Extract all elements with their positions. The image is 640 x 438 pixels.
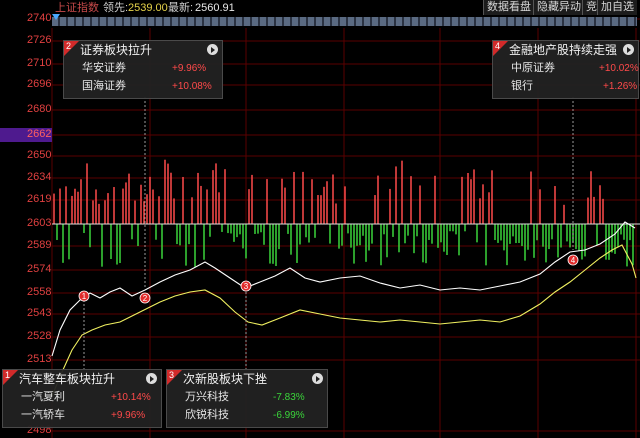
event-card-auto[interactable]: 1 汽车整车板块拉升 一汽夏利 +10.14% 一汽轿车 +9.96% (2, 369, 162, 428)
data-view-button[interactable]: 数据看盘 (483, 0, 534, 15)
stock-change: +10.02% (599, 63, 639, 74)
chevron-right-icon[interactable] (146, 373, 157, 384)
price-tick-label: 2696 (27, 78, 52, 90)
hide-anomaly-button[interactable]: 隐藏异动 (533, 0, 584, 15)
add-watchlist-button[interactable]: 加自选 (597, 0, 637, 15)
event-markers: 1 2 3 4 (78, 254, 579, 304)
card-title: 汽车整车板块拉升 (19, 372, 116, 386)
price-tick-label: 2634 (27, 171, 52, 183)
card-title: 次新股板块下挫 (183, 372, 268, 386)
chevron-right-icon[interactable] (623, 44, 634, 55)
price-tick-label: 2589 (27, 239, 52, 251)
card-number: 3 (169, 370, 175, 380)
lead-label: 领先: (103, 2, 129, 14)
stock-name[interactable]: 万兴科技 (185, 391, 229, 404)
price-tick-label: 2619 (27, 193, 52, 205)
lead-value: 2539.00 (128, 2, 168, 14)
event-card-new-stocks[interactable]: 3 次新股板块下挫 万兴科技 -7.83% 欣锐科技 -6.99% (166, 369, 328, 428)
card-number: 1 (5, 370, 11, 380)
stock-change: +10.08% (172, 81, 212, 92)
event-marker-icon[interactable]: 4 (567, 254, 579, 266)
stock-name[interactable]: 银行 (511, 80, 533, 93)
price-tick-label: 2680 (27, 103, 52, 115)
stock-name[interactable]: 中原证券 (511, 62, 555, 75)
price-tick-label: 2662 (27, 128, 52, 140)
card-number: 2 (66, 41, 72, 51)
last-value: 2560.91 (195, 2, 235, 14)
event-dashes (83, 97, 574, 369)
stock-name[interactable]: 华安证券 (82, 62, 126, 75)
stock-change: +9.96% (172, 63, 207, 74)
stock-change: +1.26% (603, 81, 638, 92)
event-card-securities[interactable]: 2 证券板块拉升 华安证券 +9.96% 国海证券 +10.08% (63, 40, 223, 99)
timeline-scrollbar[interactable] (52, 17, 637, 26)
stock-change: +10.14% (111, 392, 151, 403)
event-marker-label: 4 (571, 256, 576, 265)
stock-name[interactable]: 国海证券 (82, 80, 126, 93)
price-tick-label: 2528 (27, 330, 52, 342)
price-tick-label: 2603 (27, 217, 52, 229)
timeline-cursor-icon[interactable] (52, 14, 60, 20)
stock-name[interactable]: 一汽夏利 (21, 391, 65, 404)
price-tick-label: 2543 (27, 307, 52, 319)
card-number: 4 (495, 41, 501, 51)
event-marker-icon[interactable]: 2 (139, 292, 151, 304)
price-tick-label: 2740 (27, 12, 52, 24)
chevron-right-icon[interactable] (207, 44, 218, 55)
stock-change: +9.96% (111, 410, 146, 421)
event-marker-icon[interactable]: 1 (78, 290, 90, 302)
stock-name[interactable]: 一汽轿车 (21, 409, 65, 422)
price-tick-label: 2710 (27, 57, 52, 69)
price-tick-label: 2558 (27, 286, 52, 298)
card-title: 证券板块拉升 (80, 43, 153, 57)
chevron-right-icon[interactable] (312, 373, 323, 384)
price-tick-label: 2574 (27, 263, 52, 275)
top-toolbar: 上证指数 领先: 2539.00 最新: 2560.91 数据看盘 隐藏异动 竞… (0, 0, 640, 16)
stock-change: -6.99% (273, 410, 305, 421)
price-tick-label: 2726 (27, 34, 52, 46)
stock-change: -7.83% (273, 392, 305, 403)
event-marker-label: 2 (143, 294, 148, 303)
price-tick-label: 2650 (27, 149, 52, 161)
event-marker-label: 1 (82, 292, 87, 301)
event-marker-icon[interactable]: 3 (240, 280, 252, 292)
price-tick-label: 2513 (27, 353, 52, 365)
event-card-finance[interactable]: 4 金融地产股持续走强 中原证券 +10.02% 银行 +1.26% (492, 40, 639, 99)
stock-name[interactable]: 欣锐科技 (185, 409, 229, 422)
event-marker-label: 3 (244, 282, 249, 291)
intraday-chart-window: 1 2 3 4 上证指数 领先: 2539.00 最新: 2560.91 数据看盘 隐… (0, 0, 640, 438)
last-label: 最新: (168, 2, 194, 14)
index-title[interactable]: 上证指数 (55, 1, 99, 15)
card-title: 金融地产股持续走强 (509, 43, 618, 57)
